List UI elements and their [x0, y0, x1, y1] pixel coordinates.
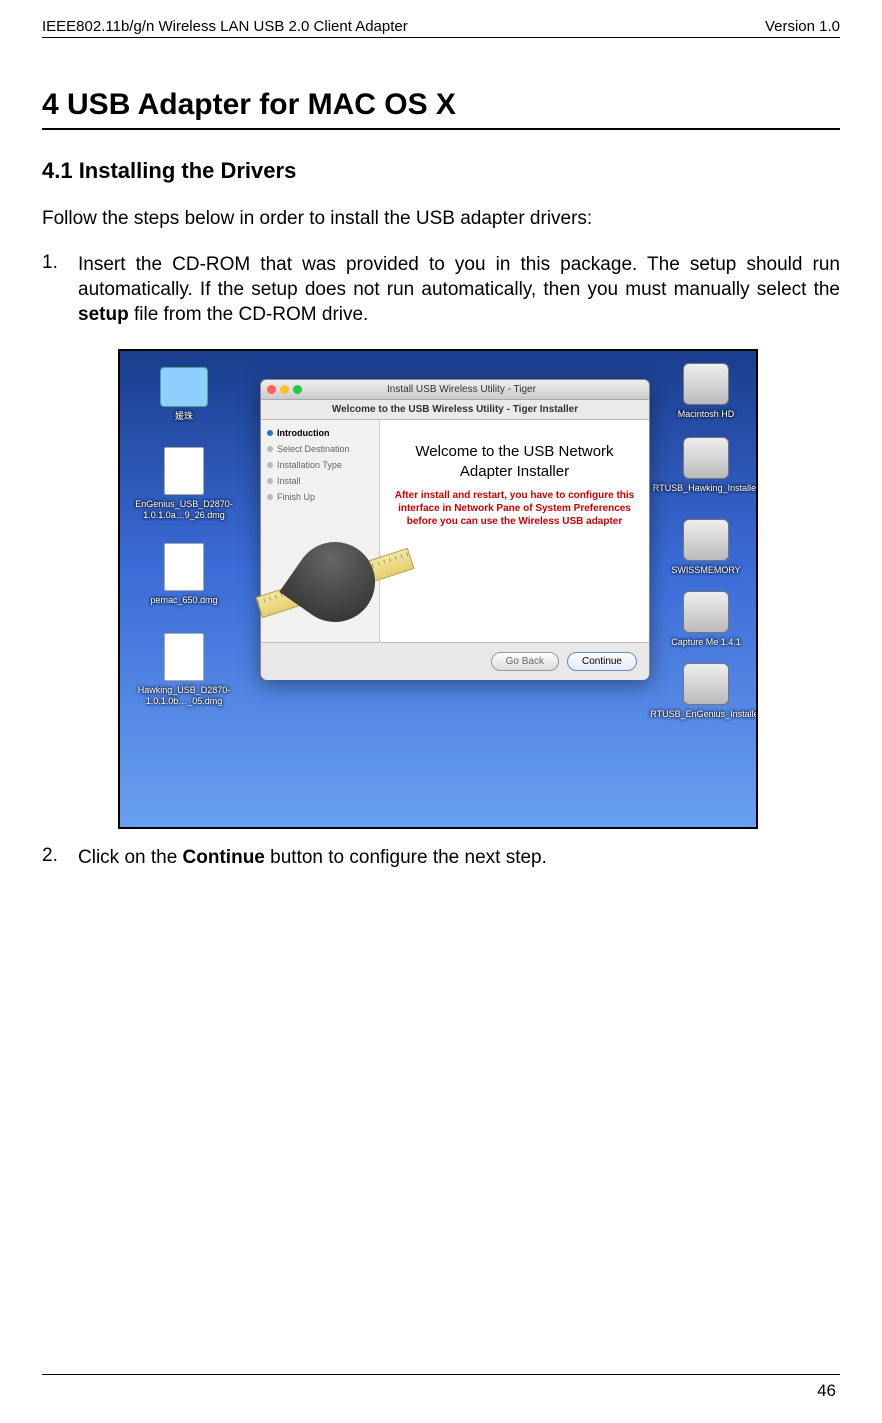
drive-swissmemory: SWISSMEMORY — [646, 519, 758, 576]
section-heading: 4.1 Installing the Drivers — [42, 158, 840, 184]
step-1: 1. Insert the CD-ROM that was provided t… — [42, 252, 840, 327]
installer-titlebar: Install USB Wireless Utility - Tiger — [261, 380, 649, 400]
header-right: Version 1.0 — [765, 18, 840, 35]
installer-step-introduction: Introduction — [267, 428, 373, 438]
installer-step-introduction-label: Introduction — [277, 428, 330, 438]
folder-icon — [160, 367, 208, 407]
installer-artwork — [255, 512, 415, 652]
drive-hawking: RTUSB_Hawking_Installer — [646, 437, 758, 494]
installer-main: Welcome to the USB Network Adapter Insta… — [379, 420, 649, 642]
installer-window: Install USB Wireless Utility - Tiger Wel… — [260, 379, 650, 679]
desktop-dmg1-label: EnGenius_USB_D2870-1.0.1.0a…9_26.dmg — [124, 499, 244, 521]
chapter-heading: 4 USB Adapter for MAC OS X — [42, 88, 840, 122]
installer-step-finish: Finish Up — [267, 492, 373, 502]
bullet-icon — [267, 494, 273, 500]
installer-step-install-type-label: Installation Type — [277, 460, 342, 470]
step-1-text-pre: Insert the CD-ROM that was provided to y… — [78, 254, 840, 300]
desktop-folder-label: 媛珠 — [124, 411, 244, 422]
step-2-body: Click on the Continue button to configur… — [78, 845, 840, 870]
desktop-dmg2-icon: pemac_650.dmg — [124, 543, 244, 606]
installer-step-finish-label: Finish Up — [277, 492, 315, 502]
step-1-text-post: file from the CD-ROM drive. — [129, 304, 369, 325]
zoom-icon — [293, 385, 302, 394]
minimize-icon — [280, 385, 289, 394]
drive-macintosh-hd: Macintosh HD — [646, 363, 758, 420]
window-controls — [267, 385, 302, 394]
drive-hawking-label: RTUSB_Hawking_Installer — [646, 483, 758, 494]
drive-icon — [683, 663, 729, 705]
header-rule — [42, 37, 840, 38]
drive-swissmemory-label: SWISSMEMORY — [646, 565, 758, 576]
screenshot: 媛珠 EnGenius_USB_D2870-1.0.1.0a…9_26.dmg … — [118, 349, 758, 829]
go-back-button[interactable]: Go Back — [491, 652, 559, 671]
step-2-text-pre: Click on the — [78, 847, 183, 868]
pen-icon — [279, 527, 390, 638]
installer-warning-text: After install and restart, you have to c… — [392, 489, 637, 528]
drive-engenius-label: RTUSB_EnGenius_Installer — [646, 709, 758, 720]
installer-step-select-dest: Select Destination — [267, 444, 373, 454]
desktop-dmg3-label: Hawking_USB_D2870-1.0.1.0b…_05.dmg — [124, 685, 244, 707]
document-icon — [164, 447, 204, 495]
installer-sidebar: Introduction Select Destination Installa… — [261, 420, 379, 642]
installer-subtitle: Welcome to the USB Wireless Utility - Ti… — [261, 400, 649, 420]
step-1-body: Insert the CD-ROM that was provided to y… — [78, 252, 840, 327]
drive-capture-me: Capture Me 1.4.1 — [646, 591, 758, 648]
bullet-icon — [267, 478, 273, 484]
document-icon — [164, 543, 204, 591]
page-number: 46 — [817, 1381, 836, 1401]
drive-icon — [683, 437, 729, 479]
bullet-icon — [267, 446, 273, 452]
continue-button[interactable]: Continue — [567, 652, 637, 671]
chapter-rule — [42, 128, 840, 130]
installer-title: Install USB Wireless Utility - Tiger — [310, 384, 643, 395]
installer-welcome-text: Welcome to the USB Network Adapter Insta… — [392, 442, 637, 481]
step-2-text-post: button to configure the next step. — [265, 847, 547, 868]
step-2: 2. Click on the Continue button to confi… — [42, 845, 840, 870]
installer-step-select-dest-label: Select Destination — [277, 444, 350, 454]
desktop-folder-icon: 媛珠 — [124, 367, 244, 422]
drive-macintosh-hd-label: Macintosh HD — [646, 409, 758, 420]
drive-icon — [683, 591, 729, 633]
installer-step-install: Install — [267, 476, 373, 486]
step-2-number: 2. — [42, 845, 78, 870]
document-icon — [164, 633, 204, 681]
step-2-bold: Continue — [183, 847, 265, 868]
desktop-dmg3-icon: Hawking_USB_D2870-1.0.1.0b…_05.dmg — [124, 633, 244, 707]
drive-engenius: RTUSB_EnGenius_Installer — [646, 663, 758, 720]
intro-paragraph: Follow the steps below in order to insta… — [42, 208, 840, 230]
close-icon — [267, 385, 276, 394]
drive-icon — [683, 519, 729, 561]
bullet-icon — [267, 462, 273, 468]
drive-capture-me-label: Capture Me 1.4.1 — [646, 637, 758, 648]
drive-icon — [683, 363, 729, 405]
installer-step-install-type: Installation Type — [267, 460, 373, 470]
desktop-dmg1-icon: EnGenius_USB_D2870-1.0.1.0a…9_26.dmg — [124, 447, 244, 521]
header-left: IEEE802.11b/g/n Wireless LAN USB 2.0 Cli… — [42, 18, 408, 35]
page-header: IEEE802.11b/g/n Wireless LAN USB 2.0 Cli… — [42, 0, 840, 35]
desktop-dmg2-label: pemac_650.dmg — [124, 595, 244, 606]
bullet-icon — [267, 430, 273, 436]
step-1-bold: setup — [78, 304, 129, 325]
installer-body: Introduction Select Destination Installa… — [261, 420, 649, 642]
footer-rule — [42, 1374, 840, 1375]
installer-step-install-label: Install — [277, 476, 301, 486]
step-1-number: 1. — [42, 252, 78, 327]
